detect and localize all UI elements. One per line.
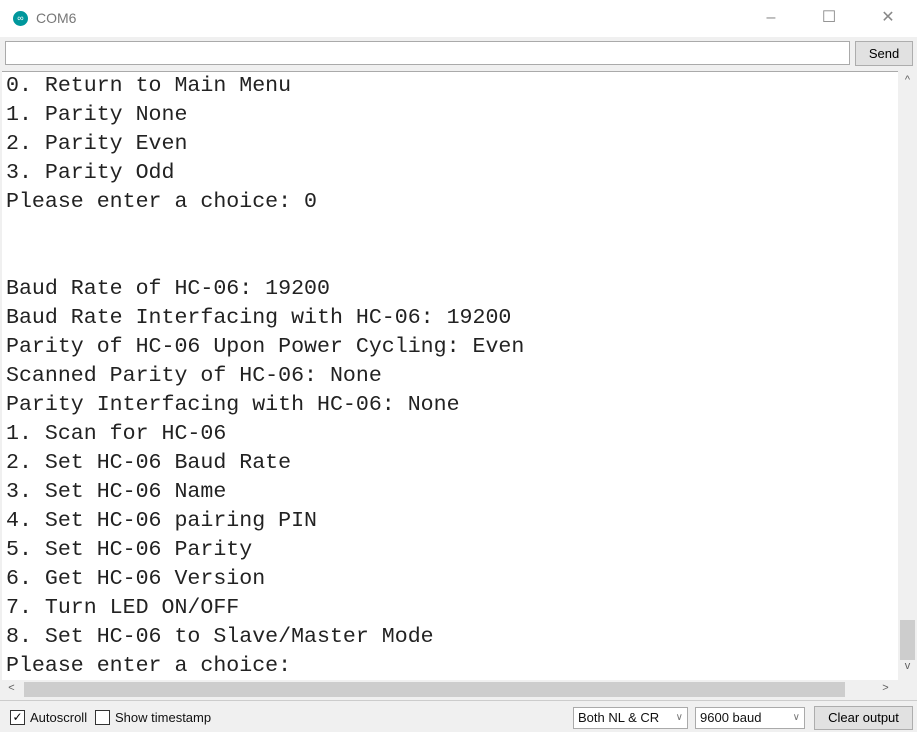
output-line: 5. Set HC-06 Parity bbox=[6, 538, 253, 562]
output-line: 8. Set HC-06 to Slave/Master Mode bbox=[6, 625, 434, 649]
output-line: 6. Get HC-06 Version bbox=[6, 567, 266, 591]
output-line: 7. Turn LED ON/OFF bbox=[6, 596, 240, 620]
footer-bar: ✓ Autoscroll Show timestamp Both NL & CR… bbox=[0, 700, 917, 732]
vertical-scroll-thumb[interactable] bbox=[900, 620, 915, 660]
output-line: Parity of HC-06 Upon Power Cycling: Even bbox=[6, 335, 525, 359]
show-timestamp-checkbox[interactable] bbox=[95, 710, 110, 725]
serial-output: 0. Return to Main Menu 1. Parity None 2. P… bbox=[2, 71, 898, 680]
line-ending-select[interactable]: Both NL & CR ∨ bbox=[573, 707, 688, 729]
chevron-down-icon: ∨ bbox=[675, 712, 683, 723]
maximize-button[interactable]: ☐ bbox=[806, 4, 852, 32]
scroll-down-icon[interactable]: v bbox=[898, 660, 917, 672]
output-line: 0. Return to Main Menu bbox=[6, 74, 292, 98]
line-ending-value: Both NL & CR bbox=[578, 710, 660, 725]
autoscroll-label: Autoscroll bbox=[30, 710, 88, 725]
output-line: Baud Rate of HC-06: 19200 bbox=[6, 277, 330, 301]
autoscroll-checkbox[interactable]: ✓ bbox=[10, 710, 25, 725]
minimize-button[interactable]: – bbox=[748, 4, 794, 32]
title-bar: ∞ COM6 – ☐ ✕ bbox=[0, 0, 917, 37]
clear-output-button[interactable]: Clear output bbox=[814, 706, 913, 730]
output-line: 1. Parity None bbox=[6, 103, 188, 127]
send-button[interactable]: Send bbox=[855, 41, 913, 66]
close-button[interactable]: ✕ bbox=[865, 4, 911, 32]
output-line: Please enter a choice: bbox=[6, 654, 292, 678]
show-timestamp-label: Show timestamp bbox=[115, 710, 212, 725]
horizontal-scroll-thumb[interactable] bbox=[24, 682, 845, 697]
output-line: Baud Rate Interfacing with HC-06: 19200 bbox=[6, 306, 512, 330]
arduino-logo-icon: ∞ bbox=[13, 11, 28, 26]
output-line: Scanned Parity of HC-06: None bbox=[6, 364, 382, 388]
send-row: Send bbox=[0, 37, 917, 70]
serial-input[interactable] bbox=[5, 41, 850, 65]
horizontal-scrollbar[interactable]: < > bbox=[2, 680, 898, 699]
scroll-up-icon[interactable]: ^ bbox=[898, 74, 917, 86]
output-line: 2. Parity Even bbox=[6, 132, 188, 156]
output-line: 3. Parity Odd bbox=[6, 161, 175, 185]
baud-rate-value: 9600 baud bbox=[700, 710, 762, 725]
output-line: Parity Interfacing with HC-06: None bbox=[6, 393, 460, 417]
output-line: Please enter a choice: 0 bbox=[6, 190, 318, 214]
output-line: 1. Scan for HC-06 bbox=[6, 422, 227, 446]
output-line: 4. Set HC-06 pairing PIN bbox=[6, 509, 318, 533]
chevron-down-icon: ∨ bbox=[792, 712, 800, 723]
scroll-left-icon[interactable]: < bbox=[2, 682, 21, 694]
output-line: 3. Set HC-06 Name bbox=[6, 480, 227, 504]
output-line: 2. Set HC-06 Baud Rate bbox=[6, 451, 292, 475]
scroll-right-icon[interactable]: > bbox=[876, 682, 895, 694]
baud-rate-select[interactable]: 9600 baud ∨ bbox=[695, 707, 805, 729]
vertical-scrollbar[interactable]: ^ v bbox=[898, 71, 917, 680]
window-title: COM6 bbox=[36, 10, 77, 26]
